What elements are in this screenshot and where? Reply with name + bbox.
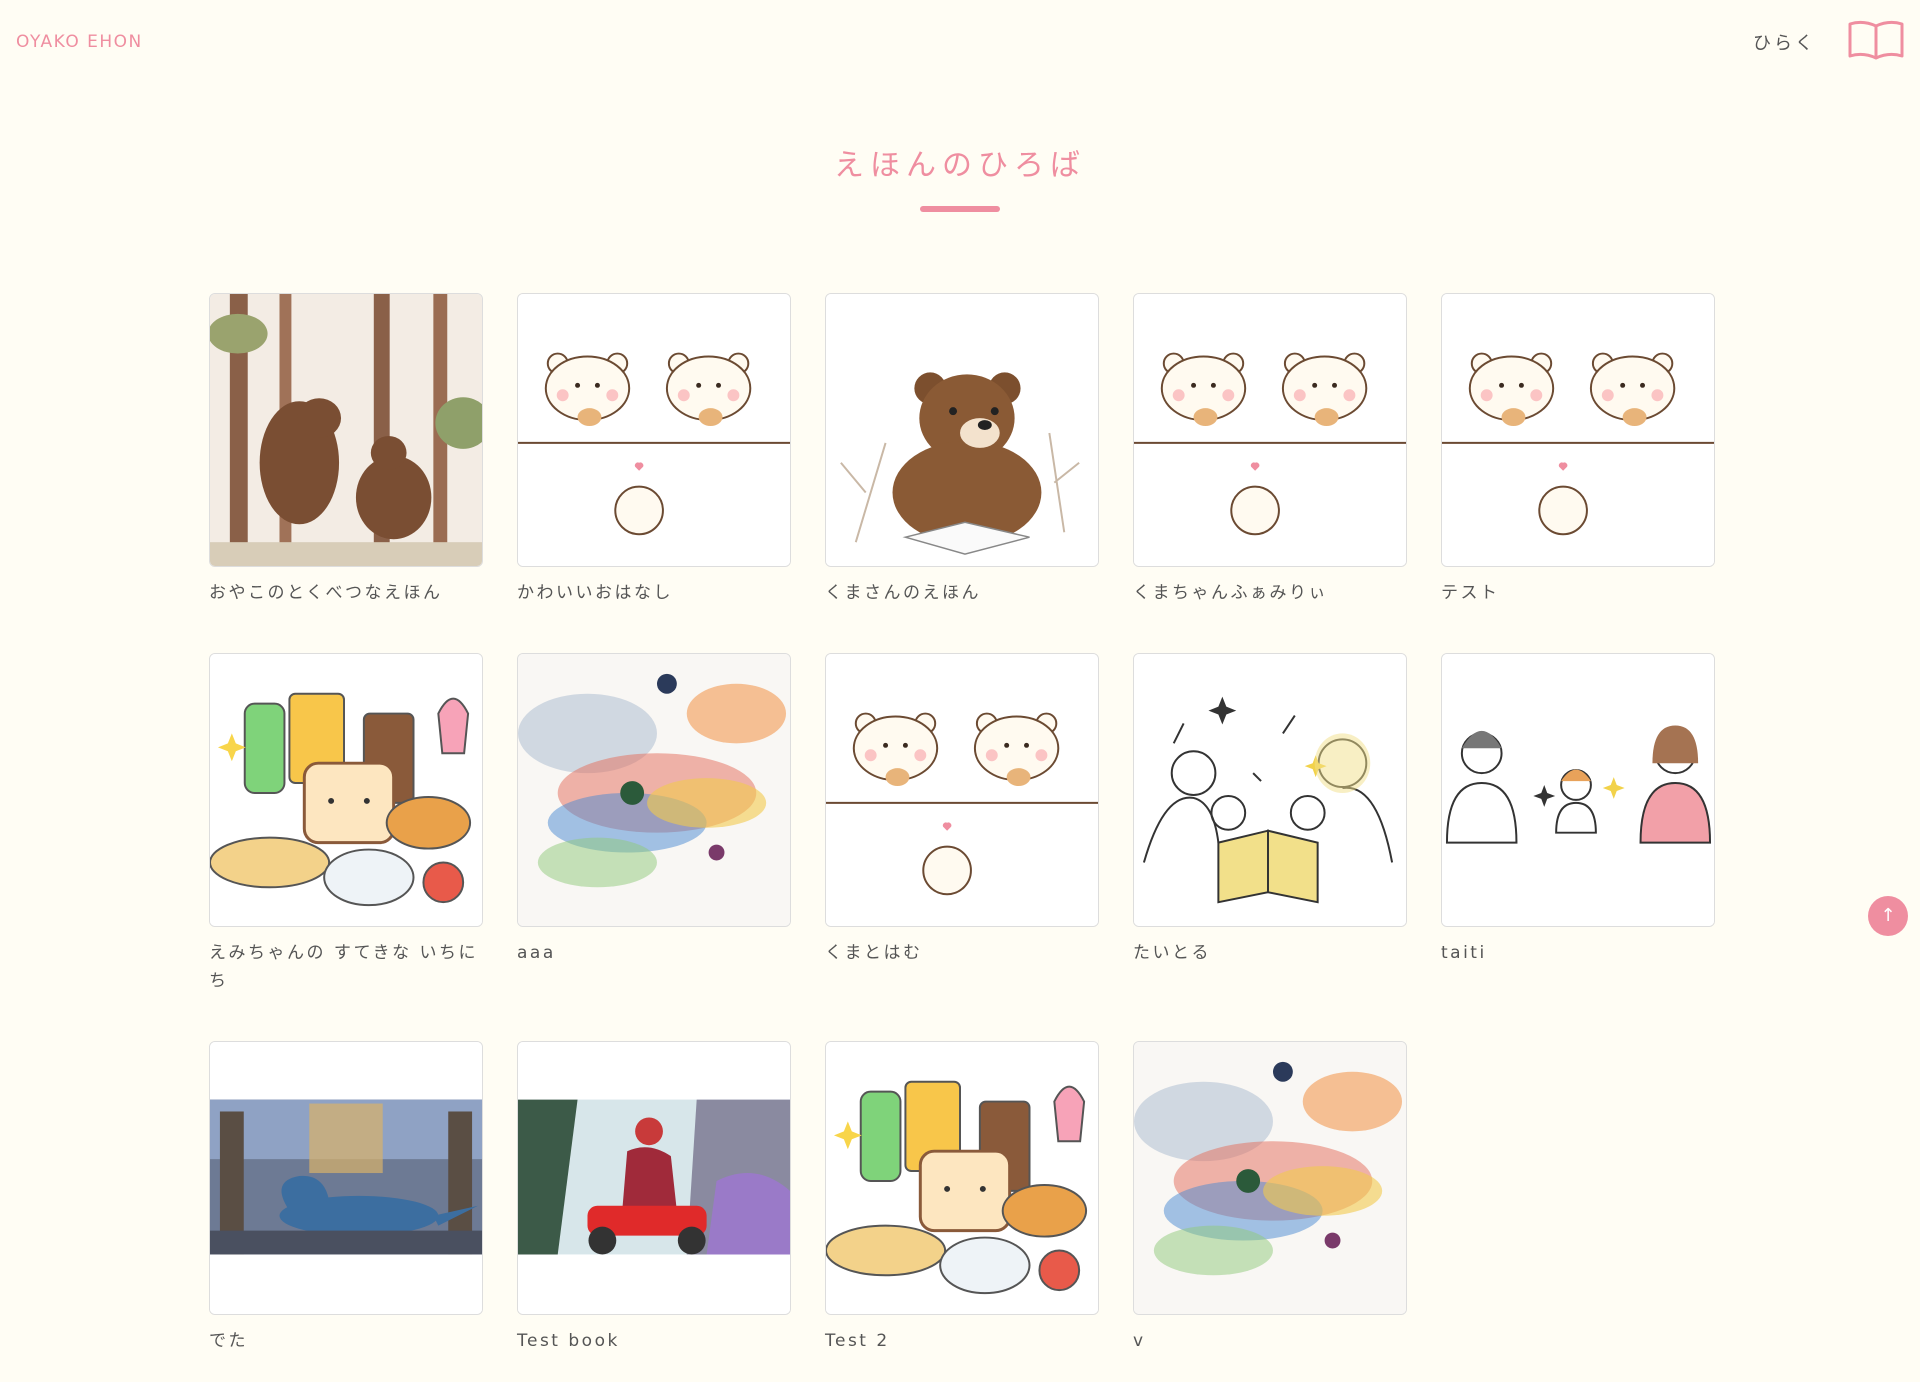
book-title[interactable]: テスト bbox=[1441, 579, 1715, 607]
book-card[interactable]: aaa bbox=[517, 653, 791, 967]
book-cover[interactable] bbox=[1133, 1041, 1407, 1315]
book-card[interactable]: テスト bbox=[1441, 293, 1715, 607]
cute-food-image bbox=[826, 1042, 1098, 1314]
book-cover[interactable] bbox=[209, 1041, 483, 1315]
book-card[interactable]: v bbox=[1133, 1041, 1407, 1355]
book-cover[interactable] bbox=[209, 293, 483, 567]
book-cover[interactable] bbox=[1133, 653, 1407, 927]
site-header: OYAKO EHON ひらく bbox=[0, 0, 1920, 84]
lizard-motorbike-image bbox=[518, 1042, 790, 1314]
book-title[interactable]: たいとる bbox=[1133, 939, 1407, 967]
book-card[interactable]: かわいいおはなし bbox=[517, 293, 791, 607]
book-card[interactable]: たいとる bbox=[1133, 653, 1407, 967]
book-title[interactable]: Test book bbox=[517, 1327, 791, 1355]
book-cover[interactable] bbox=[517, 1041, 791, 1315]
white-bears-image bbox=[518, 294, 790, 566]
book-title[interactable]: v bbox=[1133, 1327, 1407, 1355]
book-title[interactable]: かわいいおはなし bbox=[517, 579, 791, 607]
book-cover[interactable] bbox=[1441, 293, 1715, 567]
three-people-image bbox=[1442, 654, 1714, 926]
white-bears-image bbox=[826, 654, 1098, 926]
book-cover[interactable] bbox=[209, 653, 483, 927]
book-title[interactable]: くまさんのえほん bbox=[825, 579, 1099, 607]
open-link[interactable]: ひらく bbox=[1753, 29, 1816, 55]
book-card[interactable]: taiti bbox=[1441, 653, 1715, 967]
open-book-icon[interactable] bbox=[1846, 18, 1906, 62]
family-reading-image bbox=[1134, 654, 1406, 926]
cute-food-image bbox=[210, 654, 482, 926]
book-cover[interactable] bbox=[517, 653, 791, 927]
arrow-up-icon[interactable]: ↑ bbox=[1868, 896, 1908, 936]
title-underline bbox=[920, 206, 1000, 212]
watercolor-swirl-image bbox=[518, 654, 790, 926]
book-cover[interactable] bbox=[1133, 293, 1407, 567]
forest-bears-image bbox=[210, 294, 482, 566]
book-title[interactable]: taiti bbox=[1441, 939, 1715, 967]
book-cover[interactable] bbox=[1441, 653, 1715, 927]
book-cover[interactable] bbox=[825, 293, 1099, 567]
book-card[interactable]: Test 2 bbox=[825, 1041, 1099, 1355]
dinosaur-palace-image bbox=[210, 1042, 482, 1314]
book-card[interactable]: おやこのとくべつなえほん bbox=[209, 293, 483, 607]
watercolor-swirl-image bbox=[1134, 1042, 1406, 1314]
book-title[interactable]: aaa bbox=[517, 939, 791, 967]
site-logo[interactable]: OYAKO EHON bbox=[16, 32, 143, 52]
book-title[interactable]: Test 2 bbox=[825, 1327, 1099, 1355]
brown-bear-reading-image bbox=[826, 294, 1098, 566]
book-card[interactable]: くまさんのえほん bbox=[825, 293, 1099, 607]
book-card[interactable]: くまとはむ bbox=[825, 653, 1099, 967]
book-card[interactable]: Test book bbox=[517, 1041, 791, 1355]
white-bears-image bbox=[1134, 294, 1406, 566]
book-card[interactable]: でた bbox=[209, 1041, 483, 1355]
book-cover[interactable] bbox=[825, 653, 1099, 927]
book-title[interactable]: くまとはむ bbox=[825, 939, 1099, 967]
book-cover[interactable] bbox=[825, 1041, 1099, 1315]
book-cover[interactable] bbox=[517, 293, 791, 567]
book-title[interactable]: でた bbox=[209, 1327, 483, 1355]
book-title[interactable]: えみちゃんの すてきな いちにち bbox=[209, 939, 483, 995]
book-card[interactable]: くまちゃんふぁみりぃ bbox=[1133, 293, 1407, 607]
book-title[interactable]: おやこのとくべつなえほん bbox=[209, 579, 483, 607]
book-title[interactable]: くまちゃんふぁみりぃ bbox=[1133, 579, 1407, 607]
white-bears-image bbox=[1442, 294, 1714, 566]
page-title: えほんのひろば bbox=[834, 148, 1086, 183]
book-card[interactable]: えみちゃんの すてきな いちにち bbox=[209, 653, 483, 995]
